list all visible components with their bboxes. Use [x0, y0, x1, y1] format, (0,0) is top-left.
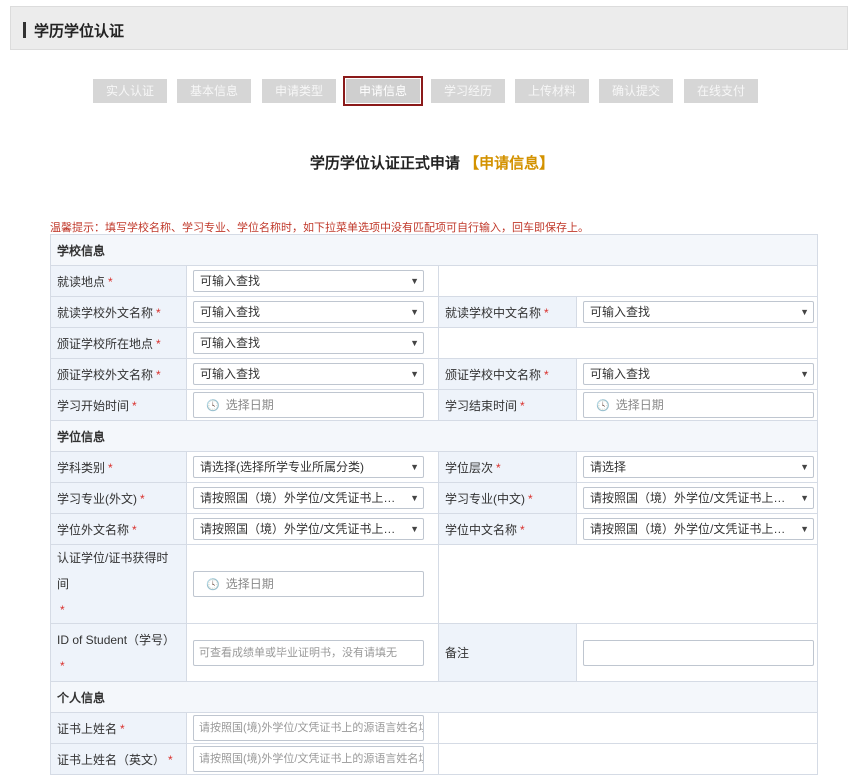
cert-time-datepicker[interactable]: 🕓 选择日期: [193, 571, 424, 597]
issuing-school-location-select[interactable]: 可输入查找 ▼: [193, 332, 424, 354]
chevron-down-icon: ▼: [410, 276, 419, 286]
form-title: 学历学位认证正式申请 【申请信息】: [0, 152, 864, 173]
student-id-input[interactable]: 可查看成绩单或毕业证明书，没有请填无: [193, 639, 424, 666]
label-major-foreign: 学习专业(外文) *: [50, 482, 187, 514]
major-cn-select[interactable]: 请按照国（境）外学位/文凭证书上内容填写▼: [583, 487, 814, 509]
label-study-school-cn: 就读学校中文名称 *: [438, 296, 577, 328]
label-study-location: 就读地点 *: [50, 265, 187, 297]
clock-icon: 🕓: [206, 579, 220, 591]
chevron-down-icon: ▼: [410, 493, 419, 503]
subject-category-select[interactable]: 请选择(选择所学专业所属分类) ▼: [193, 456, 424, 478]
step-upload-materials[interactable]: 上传材料: [515, 79, 589, 103]
label-remark: 备注: [438, 623, 577, 682]
issuing-school-foreign-select[interactable]: 可输入查找 ▼: [193, 363, 424, 385]
chevron-down-icon: ▼: [800, 493, 809, 503]
step-basic-info[interactable]: 基本信息: [177, 79, 251, 103]
application-form: 学校信息 就读地点 * 可输入查找 ▼ 就读学校外文名称 * 可输入查找 ▼ 就读学校中…: [49, 234, 819, 775]
label-end-time: 学习结束时间 *: [438, 389, 577, 421]
chevron-down-icon: ▼: [800, 524, 809, 534]
label-issuing-school-cn: 颁证学校中文名称 *: [438, 358, 577, 390]
section-personal-info: 个人信息: [49, 681, 819, 713]
label-name-on-cert-en: 证书上姓名（英文） *: [50, 743, 187, 775]
form-title-main: 学历学位认证正式申请: [309, 155, 460, 172]
chevron-down-icon: ▼: [410, 462, 419, 472]
study-school-foreign-select[interactable]: 可输入查找 ▼: [193, 301, 424, 323]
header-accent-bar: [23, 22, 26, 38]
major-foreign-select[interactable]: 请按照国（境）外学位/文凭证书上内容填写▼: [193, 487, 424, 509]
label-issuing-school-foreign: 颁证学校外文名称 *: [50, 358, 187, 390]
degree-foreign-select[interactable]: 请按照国（境）外学位/文凭证书上内容... ▼: [193, 518, 424, 540]
label-degree-cn: 学位中文名称 *: [438, 513, 577, 545]
section-degree-info: 学位信息: [49, 420, 819, 452]
step-application-info[interactable]: 申请信息: [343, 76, 423, 106]
remark-input[interactable]: [583, 639, 814, 666]
chevron-down-icon: ▼: [410, 369, 419, 379]
label-degree-foreign: 学位外文名称 *: [50, 513, 187, 545]
section-school-info: 学校信息: [49, 234, 819, 266]
label-subject-category: 学科类别 *: [50, 451, 187, 483]
step-confirm-submit[interactable]: 确认提交: [599, 79, 673, 103]
page-header: 学历学位认证: [10, 6, 848, 50]
start-time-datepicker[interactable]: 🕓 选择日期: [193, 392, 424, 418]
page-title: 学历学位认证: [34, 23, 125, 40]
label-major-cn: 学习专业(中文) *: [438, 482, 577, 514]
issuing-school-cn-select[interactable]: 可输入查找 ▼: [583, 363, 814, 385]
degree-level-select[interactable]: 请选择 ▼: [583, 456, 814, 478]
step-online-payment[interactable]: 在线支付: [684, 79, 758, 103]
form-title-sub: 【申请信息】: [464, 155, 555, 172]
label-student-id: ID of Student（学号） *: [50, 623, 187, 682]
label-degree-level: 学位层次 *: [438, 451, 577, 483]
step-application-type[interactable]: 申请类型: [262, 79, 336, 103]
end-time-datepicker[interactable]: 🕓 选择日期: [583, 392, 814, 418]
step-study-experience[interactable]: 学习经历: [431, 79, 505, 103]
label-issuing-school-location: 颁证学校所在地点 *: [50, 327, 187, 359]
label-cert-time: 认证学位/证书获得时间 *: [50, 544, 187, 624]
warm-tip: 温馨提示：填写学校名称、学习专业、学位名称时，如下拉菜单选项中没有匹配项可自行输…: [50, 222, 589, 234]
chevron-down-icon: ▼: [410, 338, 419, 348]
chevron-down-icon: ▼: [800, 462, 809, 472]
chevron-down-icon: ▼: [800, 307, 809, 317]
label-study-school-foreign: 就读学校外文名称 *: [50, 296, 187, 328]
chevron-down-icon: ▼: [410, 524, 419, 534]
label-start-time: 学习开始时间 *: [50, 389, 187, 421]
label-name-on-cert: 证书上姓名 *: [50, 712, 187, 744]
chevron-down-icon: ▼: [800, 369, 809, 379]
name-on-cert-input[interactable]: 请按照国(境)外学位/文凭证书上的源语言姓名填写: [193, 715, 424, 741]
name-on-cert-en-input[interactable]: 请按照国(境)外学位/文凭证书上的源语言姓名填写: [193, 746, 424, 772]
step-real-name-auth[interactable]: 实人认证: [93, 79, 167, 103]
degree-cn-select[interactable]: 请按照国（境）外学位/文凭证书上内容... ▼: [583, 518, 814, 540]
study-location-select[interactable]: 可输入查找 ▼: [193, 270, 424, 292]
clock-icon: 🕓: [596, 400, 610, 412]
chevron-down-icon: ▼: [410, 307, 419, 317]
clock-icon: 🕓: [206, 400, 220, 412]
study-school-cn-select[interactable]: 可输入查找 ▼: [583, 301, 814, 323]
